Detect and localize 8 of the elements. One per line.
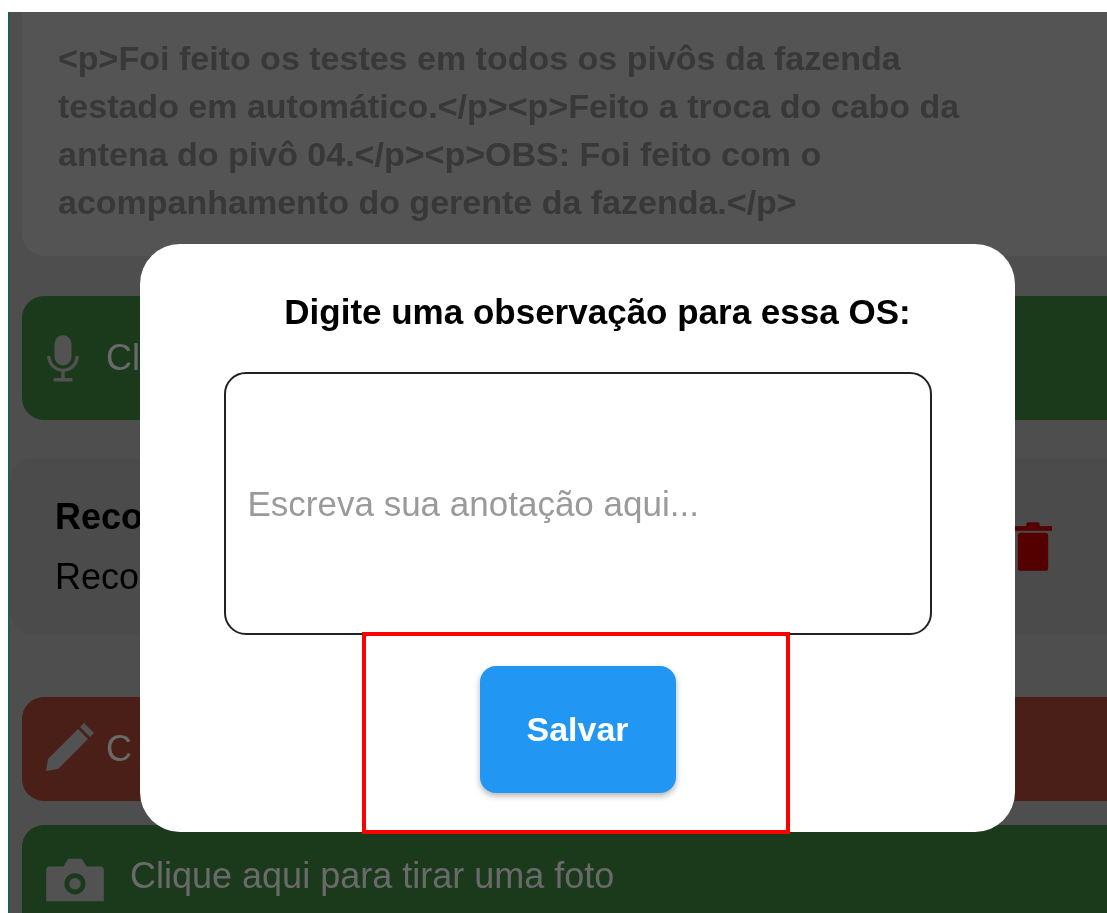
dialog-title: Digite uma observação para essa OS: [284, 292, 911, 332]
photo-button[interactable]: Clique aqui para tirar uma foto [22, 824, 1107, 913]
trash-icon[interactable] [1014, 521, 1052, 572]
recording-subtitle: Reco [55, 555, 141, 598]
save-button[interactable]: Salvar [479, 666, 676, 793]
microphone-icon [46, 333, 80, 384]
recording-title: Reco [55, 495, 144, 538]
note-field[interactable]: Escreva sua anotação aqui... [223, 372, 932, 635]
